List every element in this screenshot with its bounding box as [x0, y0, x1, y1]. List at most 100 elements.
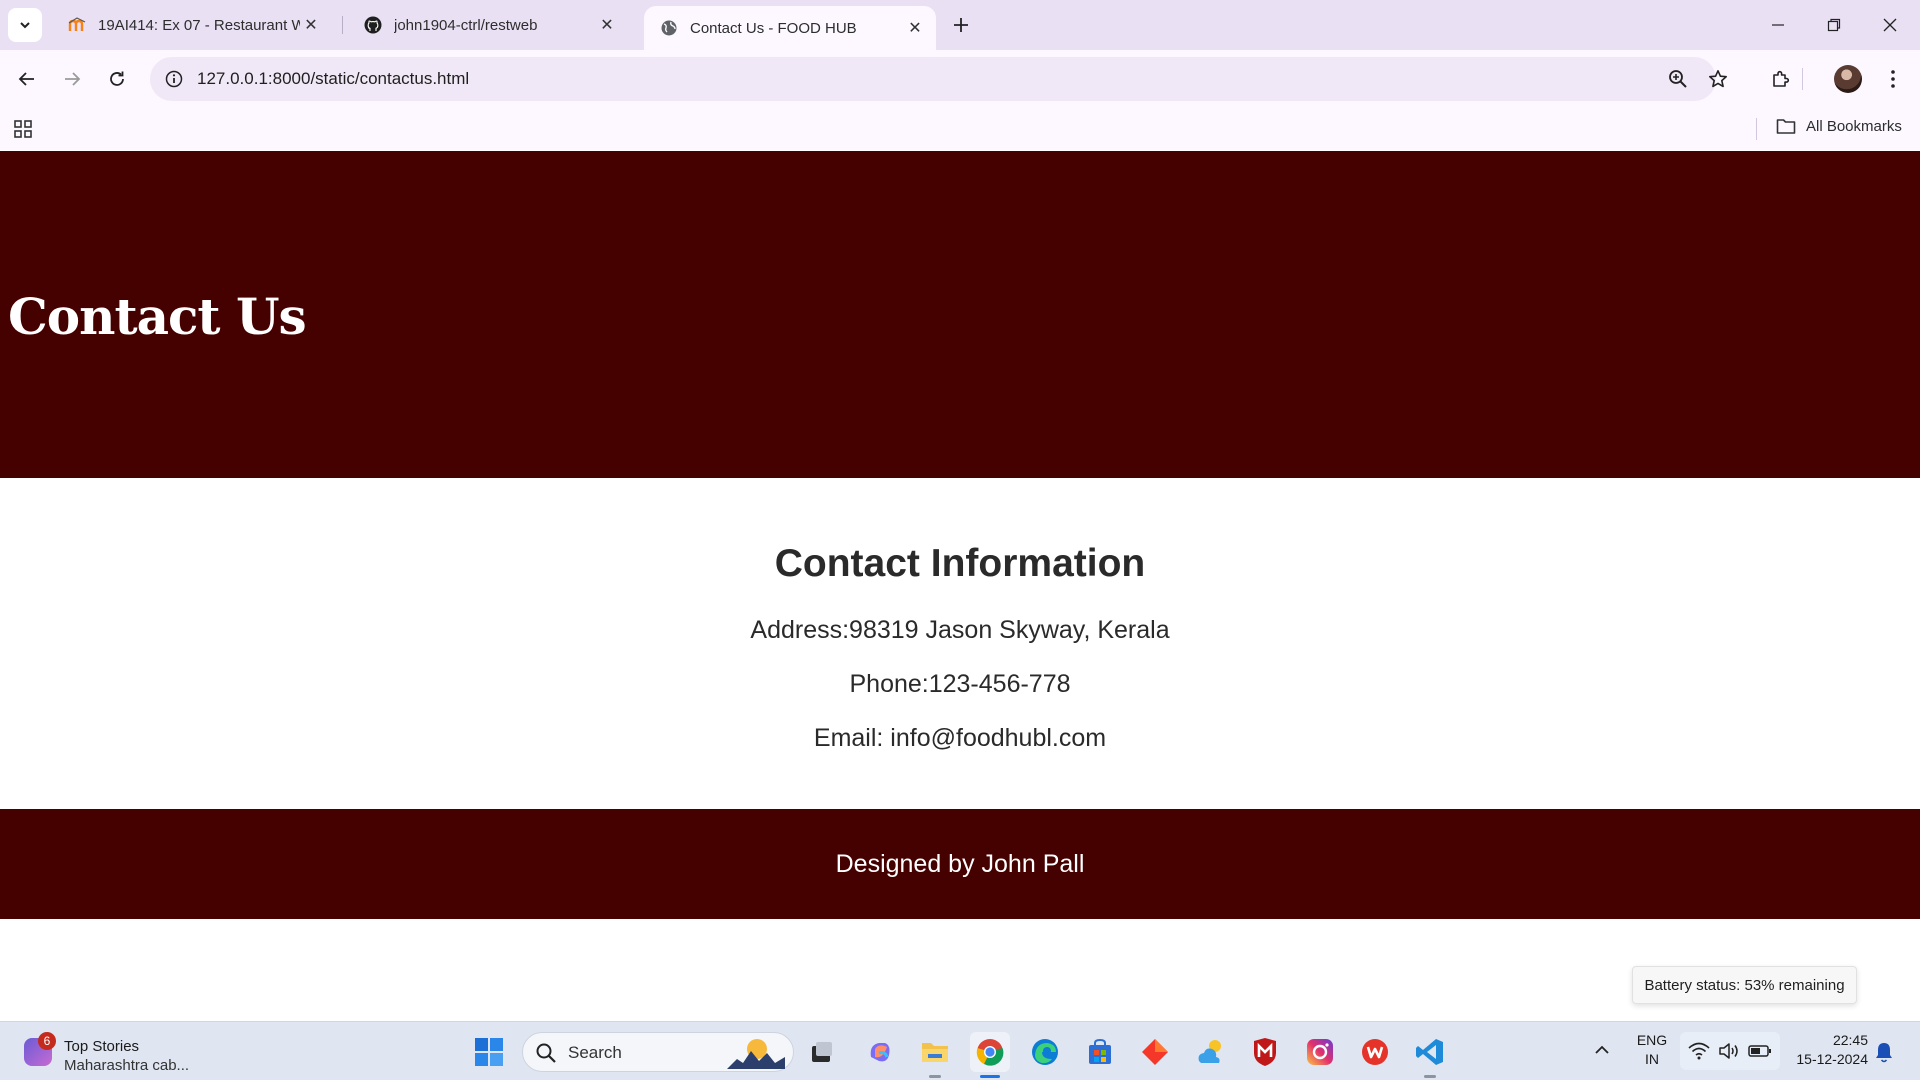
language-indicator[interactable]: ENG IN — [1632, 1031, 1672, 1069]
running-indicator — [929, 1075, 941, 1078]
clock[interactable]: 22:45 15-12-2024 — [1786, 1031, 1868, 1069]
close-tab-icon[interactable]: ✕ — [596, 14, 618, 36]
wps-icon — [1362, 1039, 1388, 1065]
mcafee-shield-icon — [1254, 1038, 1276, 1066]
site-info-icon[interactable] — [162, 67, 186, 91]
tab-contact-us[interactable]: Contact Us - FOOD HUB ✕ — [644, 6, 936, 50]
back-arrow-icon — [18, 72, 34, 86]
menu-button[interactable] — [1878, 64, 1908, 94]
file-explorer-button[interactable] — [915, 1032, 955, 1078]
github-icon — [364, 16, 382, 34]
edge-icon — [1032, 1039, 1058, 1065]
forward-arrow-icon — [65, 72, 81, 86]
weather-icon — [1198, 1040, 1221, 1063]
taskbar-search[interactable]: Search — [522, 1032, 794, 1072]
apps-grid-icon[interactable] — [12, 118, 36, 142]
puzzle-icon — [1773, 70, 1790, 87]
tab-separator — [342, 16, 343, 34]
tab-moodle[interactable]: 19AI414: Ex 07 - Restaurant We ✕ — [52, 6, 332, 44]
weather-button[interactable] — [1190, 1032, 1230, 1072]
restore-button[interactable] — [1806, 0, 1862, 50]
vscode-icon — [1416, 1039, 1443, 1065]
zoom-icon[interactable] — [1666, 67, 1690, 91]
wps-office-button[interactable] — [1355, 1032, 1395, 1072]
task-view-button[interactable] — [802, 1032, 842, 1072]
notifications-button[interactable] — [1874, 1041, 1896, 1063]
moodle-icon — [68, 16, 86, 34]
battery-icon — [1748, 1045, 1771, 1057]
start-button[interactable] — [469, 1032, 509, 1072]
all-bookmarks-label: All Bookmarks — [1806, 117, 1902, 135]
chevron-up-icon — [1595, 1045, 1609, 1054]
page-footer: Designed by John Pall — [0, 809, 1920, 919]
page-title: Contact Us — [8, 287, 307, 346]
instagram-button[interactable] — [1300, 1032, 1340, 1072]
reload-button[interactable] — [102, 64, 132, 94]
all-bookmarks-button[interactable]: All Bookmarks — [1776, 117, 1902, 135]
back-button[interactable] — [12, 64, 42, 94]
copilot-icon — [870, 1043, 890, 1062]
minimize-icon — [1772, 24, 1784, 26]
running-indicator — [1424, 1075, 1436, 1078]
news-widget[interactable]: 6 Top Stories Maharashtra cab... — [20, 1030, 240, 1074]
address-text: Address:98319 Jason Skyway, Kerala — [750, 616, 1170, 644]
address-bar[interactable]: 127.0.0.1:8000/static/contactus.html — [150, 57, 1727, 101]
reload-icon — [110, 71, 124, 86]
url-text[interactable]: 127.0.0.1:8000/static/contactus.html — [197, 69, 469, 89]
extensions-button[interactable] — [1766, 64, 1796, 94]
phone-text: Phone:123-456-778 — [849, 670, 1071, 698]
email-text: Email: info@foodhubl.com — [813, 724, 1107, 752]
section-title: Contact Information — [774, 542, 1146, 585]
plus-icon — [954, 18, 968, 32]
edge-button[interactable] — [1025, 1032, 1065, 1072]
notification-badge: 6 — [38, 1032, 56, 1050]
region-code: IN — [1645, 1051, 1659, 1067]
chevron-down-icon — [20, 22, 30, 29]
contact-section: Contact Information Address:98319 Jason … — [0, 478, 1920, 809]
tab-github[interactable]: john1904-ctrl/restweb ✕ — [348, 6, 628, 44]
close-window-button[interactable] — [1862, 0, 1918, 50]
store-icon — [1089, 1038, 1111, 1064]
globe-icon — [660, 19, 678, 37]
bookmarks-bar: All Bookmarks — [0, 108, 1920, 150]
close-tab-icon[interactable]: ✕ — [300, 14, 322, 36]
page-header: Contact Us — [0, 151, 1920, 478]
toolbar-divider — [1802, 68, 1803, 90]
volume-icon — [1719, 1043, 1738, 1059]
diamond-app-icon — [1142, 1039, 1168, 1065]
bookmark-star-icon[interactable] — [1706, 67, 1730, 91]
mcafee-button[interactable] — [1245, 1032, 1285, 1072]
search-label: Search — [568, 1043, 622, 1062]
tab-strip: 19AI414: Ex 07 - Restaurant We ✕ john190… — [0, 0, 1920, 50]
restore-icon — [1827, 18, 1841, 32]
new-tab-button[interactable] — [948, 12, 974, 38]
quick-settings-button[interactable] — [1680, 1032, 1780, 1070]
store-button[interactable] — [1080, 1032, 1120, 1072]
forward-button[interactable] — [57, 64, 87, 94]
widget-title: Top Stories — [64, 1038, 140, 1055]
app-diamond-button[interactable] — [1135, 1032, 1175, 1072]
folder-icon — [922, 1043, 948, 1062]
task-view-icon — [812, 1042, 832, 1062]
tab-title: john1904-ctrl/restweb — [394, 16, 538, 34]
wifi-icon — [1688, 1042, 1710, 1060]
language-code: ENG — [1636, 1032, 1668, 1048]
bookmarks-divider — [1756, 118, 1757, 140]
vscode-button[interactable] — [1410, 1032, 1450, 1078]
kebab-menu-icon — [1891, 70, 1895, 88]
windows-logo-icon — [475, 1038, 503, 1066]
chrome-button[interactable] — [970, 1032, 1010, 1078]
taskbar: 6 Top Stories Maharashtra cab... Search — [0, 1021, 1920, 1080]
search-icon — [536, 1043, 556, 1063]
instagram-icon — [1307, 1039, 1333, 1065]
profile-avatar[interactable] — [1834, 65, 1862, 93]
tab-title: 19AI414: Ex 07 - Restaurant We — [98, 16, 300, 34]
tab-search-button[interactable] — [8, 8, 42, 42]
minimize-button[interactable] — [1750, 0, 1806, 50]
footer-text: Designed by John Pall — [835, 850, 1085, 878]
show-hidden-icons-button[interactable] — [1592, 1040, 1612, 1060]
close-tab-icon[interactable]: ✕ — [904, 17, 926, 39]
copilot-button[interactable] — [860, 1032, 900, 1072]
close-icon — [1883, 18, 1897, 32]
active-indicator — [980, 1075, 1000, 1078]
